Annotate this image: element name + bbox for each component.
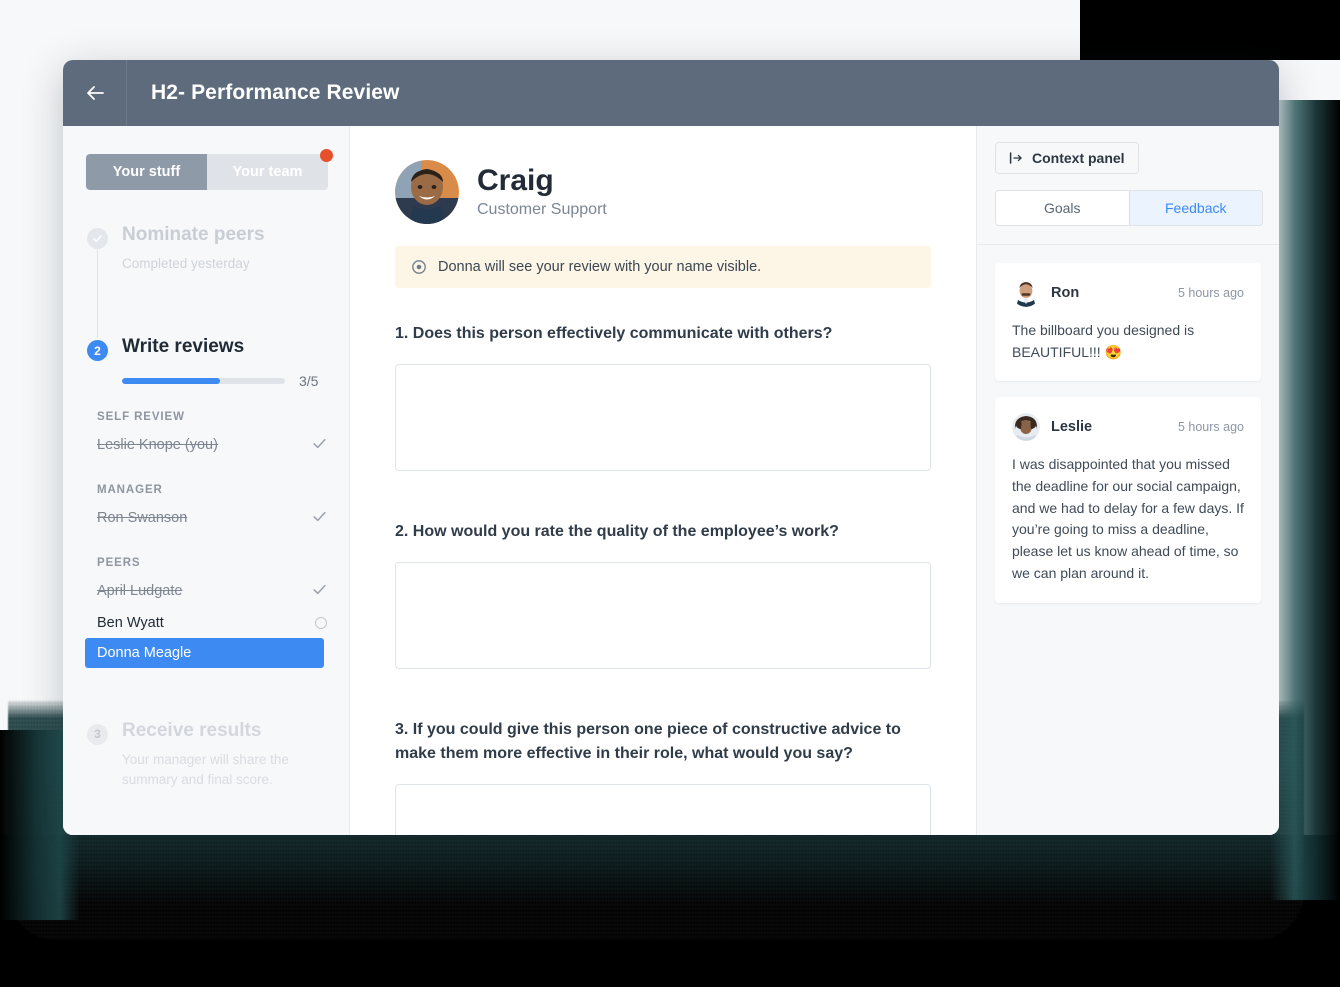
craig-avatar-icon [395,160,459,224]
reviewer-group-manager: MANAGER Ron Swanson [63,484,349,535]
eye-icon [411,259,427,275]
leslie-avatar-icon [1012,413,1040,442]
question-block-2: 2. How would you rate the quality of the… [395,520,931,718]
left-sidebar: Your stuff Your team Nominate peers Comp… [63,126,350,835]
window-titlebar: H2- Performance Review [63,60,1279,126]
feedback-card-header: Leslie 5 hours ago [1012,413,1244,442]
back-button[interactable] [63,60,127,126]
context-panel-tabs: Goals Feedback [995,190,1263,226]
tab-your-team[interactable]: Your team [207,154,328,190]
reviewer-groups: SELF REVIEW Leslie Knope (you) MANAGER R… [63,411,349,668]
reviewee-header: Craig Customer Support [395,160,931,224]
reviewer-name: Donna Meagle [97,644,192,661]
context-panel-toggle-button[interactable]: Context panel [995,142,1139,174]
step-subtitle: Your manager will share the summary and … [122,751,289,787]
window-body: Your stuff Your team Nominate peers Comp… [63,126,1279,835]
reviewee-avatar [395,160,459,224]
group-label: PEERS [97,556,141,569]
group-label: SELF REVIEW [97,410,185,423]
reviewer-complete-check-icon [312,436,327,455]
reviewer-name: Leslie Knope (you) [97,437,218,454]
tab-feedback[interactable]: Feedback [1128,191,1262,225]
step-subtitle: Completed yesterday [122,255,250,271]
feedback-timestamp: 5 hours ago [1177,420,1244,435]
write-reviews-progress: 3/5 [122,373,318,389]
feedback-timestamp: 5 hours ago [1177,286,1244,300]
question-text: 2. How would you rate the quality of the… [395,523,839,541]
feedback-body: I was disappointed that you missed the d… [1012,456,1244,581]
page-title: H2- Performance Review [151,81,400,104]
question-text: 1. Does this person effectively communic… [395,325,833,342]
app-window: H2- Performance Review Your stuff Your t… [63,60,1279,835]
step-number-badge: 3 [87,723,108,745]
feedback-author: Leslie [1051,419,1093,436]
ron-avatar [1012,279,1040,307]
step-title: Write reviews [122,336,245,358]
tab-your-stuff[interactable]: Your stuff [86,154,207,190]
context-panel: Context panel Goals Feedback Ron 5 hours… [976,126,1279,835]
reviewer-group-self-review: SELF REVIEW Leslie Knope (you) [63,411,349,462]
notification-badge-dot [320,149,333,162]
review-form-panel: Craig Customer Support Donna will see yo… [350,126,976,835]
answer-input-3[interactable] [395,783,931,835]
step-title: Receive results [122,719,262,741]
reviewer-name: Ben Wyatt [97,614,164,631]
progress-track [122,377,285,384]
step-number-badge: 2 [87,340,108,362]
reviewer-pending-circle-icon [315,616,327,629]
feedback-card-leslie[interactable]: Leslie 5 hours ago I was disappointed th… [995,397,1261,603]
background-black-block-topright [1080,0,1340,60]
sidebar-tab-group: Your stuff Your team [86,154,328,190]
ron-avatar-icon [1012,279,1040,307]
reviewer-complete-check-icon [312,582,327,601]
feedback-author: Ron [1051,285,1080,301]
feedback-body: The billboard you designed is BEAUTIFUL!… [1012,322,1195,360]
arrow-left-icon [86,86,104,100]
reviewer-group-peers: PEERS April Ludgate Ben Wyatt Donna Meag… [63,557,349,668]
reviewer-item-april-ludgate[interactable]: April Ludgate [63,575,349,608]
feedback-list: Ron 5 hours ago The billboard you design… [977,245,1279,603]
context-panel-toggle-label: Context panel [1032,150,1125,166]
step-nominate-peers[interactable]: Nominate peers Completed yesterday [63,224,349,274]
step-write-reviews[interactable]: 2 Write reviews 3/5 [63,336,349,389]
answer-input-2[interactable] [395,562,931,670]
reviewee-identity: Craig Customer Support [477,165,607,220]
step-title: Nominate peers [122,224,265,245]
question-block-3: 3. If you could give this person one pie… [395,718,931,835]
check-icon [93,235,102,242]
panel-collapse-icon [1009,151,1023,165]
group-label: MANAGER [97,483,163,496]
context-panel-header: Context panel Goals Feedback [977,126,1279,245]
step-check-icon [87,228,108,249]
sidebar-segmented-wrap: Your stuff Your team [86,149,333,190]
card-drop-shadow-right [1270,100,1340,900]
step-receive-results[interactable]: 3 Receive results Your manager will shar… [63,720,349,790]
question-block-1: 1. Does this person effectively communic… [395,322,931,520]
reviewer-item-ron-swanson[interactable]: Ron Swanson [63,502,349,535]
progress-count-label: 3/5 [299,372,319,389]
reviewer-name: Ron Swanson [97,510,188,527]
question-text: 3. If you could give this person one pie… [395,721,901,762]
reviewer-complete-check-icon [312,509,327,528]
tab-goals[interactable]: Goals [996,191,1129,225]
reviewee-name: Craig [477,163,554,197]
reviewer-item-donna-meagle[interactable]: Donna Meagle [85,637,324,668]
progress-fill [122,377,220,384]
reviewee-role: Customer Support [477,201,607,219]
answer-input-1[interactable] [395,364,931,472]
progress-steps: Nominate peers Completed yesterday 2 Wri… [63,224,349,790]
visibility-notice-text: Donna will see your review with your nam… [438,259,762,275]
feedback-card-ron[interactable]: Ron 5 hours ago The billboard you design… [995,263,1261,382]
leslie-avatar [1012,413,1040,442]
reviewer-name: April Ludgate [97,583,183,600]
reviewer-item-ben-wyatt[interactable]: Ben Wyatt [63,608,349,638]
visibility-notice: Donna will see your review with your nam… [395,246,931,288]
reviewer-item-leslie-knope[interactable]: Leslie Knope (you) [63,429,349,462]
feedback-card-header: Ron 5 hours ago [1012,279,1244,307]
